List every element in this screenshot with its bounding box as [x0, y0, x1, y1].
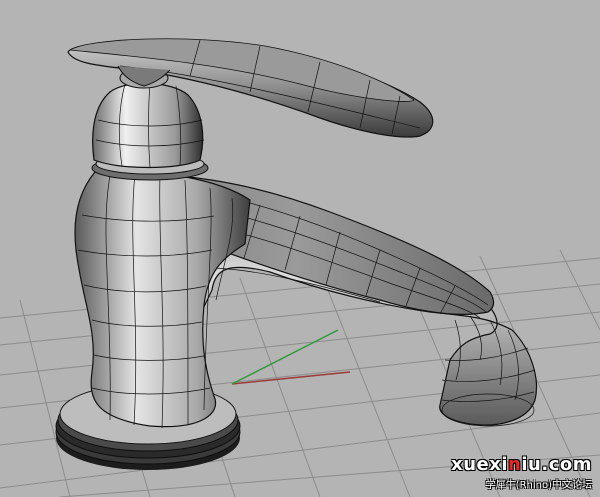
rhino-perspective-viewport[interactable]: xuexiniu.com 学犀牛(Rhino)中文论坛: [0, 0, 600, 497]
site-watermark: xuexiniu.com 学犀牛(Rhino)中文论坛: [442, 454, 592, 491]
y-axis-line: [231, 329, 339, 385]
watermark-domain: xuexiniu.com: [451, 454, 592, 475]
faucet-body: [74, 170, 251, 429]
viewport-scene: [0, 38, 600, 497]
x-axis-line: [231, 371, 351, 385]
watermark-subtitle: 学犀牛(Rhino)中文论坛: [485, 480, 592, 491]
faucet-model[interactable]: [55, 38, 538, 470]
